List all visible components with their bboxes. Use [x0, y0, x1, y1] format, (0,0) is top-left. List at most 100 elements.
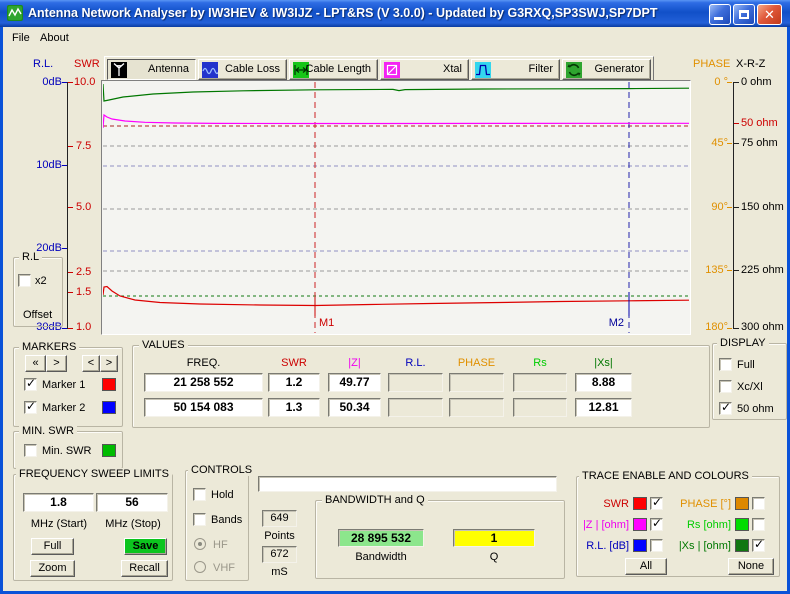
- trace-none-button[interactable]: None: [728, 558, 774, 575]
- sweep-chart[interactable]: M1 M2: [101, 80, 691, 335]
- trace-swr-label: SWR: [579, 498, 629, 510]
- ohm-tick-225: 225 ohm: [741, 264, 784, 276]
- marker2-color-swatch[interactable]: [102, 401, 116, 414]
- menu-about[interactable]: About: [36, 31, 73, 45]
- vhf-radio[interactable]: [194, 561, 206, 573]
- stop-freq-input[interactable]: 56: [96, 493, 168, 512]
- cable-loss-button[interactable]: Cable Loss: [198, 59, 287, 80]
- trace-z-swatch[interactable]: [633, 518, 647, 531]
- trace-phase-swatch[interactable]: [735, 497, 749, 510]
- display-full-checkbox[interactable]: [719, 358, 732, 371]
- marker-step-right-button[interactable]: >: [100, 355, 118, 372]
- zoom-button[interactable]: Zoom: [30, 560, 75, 577]
- trace-swr-swatch[interactable]: [633, 497, 647, 510]
- bandwidth-q-group: BANDWIDTH and Q 28 895 532 Bandwidth 1 Q: [315, 500, 565, 579]
- antenna-label: Antenna: [148, 63, 189, 75]
- full-sweep-button[interactable]: Full: [31, 538, 74, 555]
- rl-tick-0db: 0dB: [32, 76, 62, 88]
- xrz-axis-title: X-R-Z: [736, 58, 765, 70]
- swr-tickmark: [68, 146, 73, 147]
- generator-button[interactable]: Generator: [562, 59, 651, 80]
- q-label: Q: [453, 551, 535, 563]
- hf-radio[interactable]: [194, 538, 206, 550]
- ohm-tickmark: [734, 143, 739, 144]
- marker1-phase-value: [449, 373, 504, 392]
- marker-nav-first-button[interactable]: «: [25, 355, 46, 372]
- marker1-xs-value: 8.88: [575, 373, 632, 392]
- display-50ohm-checkbox[interactable]: [719, 402, 732, 415]
- trace-all-button[interactable]: All: [625, 558, 667, 575]
- minimize-button[interactable]: [709, 4, 731, 25]
- phase-tick-135: 135°: [698, 264, 728, 276]
- trace-xs-checkbox[interactable]: [752, 539, 765, 552]
- save-button[interactable]: Save: [124, 538, 167, 555]
- swr-tick-1-5: 1.5: [76, 286, 91, 298]
- xs-header: |Xs|: [575, 357, 632, 369]
- marker2-checkbox[interactable]: [24, 401, 37, 414]
- phase-header: PHASE: [449, 357, 504, 369]
- phase-tickmark: [727, 143, 732, 144]
- antenna-mode-button[interactable]: Antenna: [107, 59, 196, 80]
- trace-rl-checkbox[interactable]: [650, 539, 663, 552]
- maximize-icon: [739, 10, 749, 19]
- values-title: VALUES: [139, 339, 188, 351]
- marker1-swr-value: 1.2: [268, 373, 320, 392]
- start-freq-input[interactable]: 1.8: [23, 493, 94, 512]
- close-button[interactable]: ✕: [757, 4, 782, 25]
- points-label: Points: [259, 530, 300, 542]
- trace-rs-checkbox[interactable]: [752, 518, 765, 531]
- filter-button[interactable]: Filter: [471, 59, 560, 80]
- swr-tick-5: 5.0: [76, 201, 91, 213]
- trace-swr-checkbox[interactable]: [650, 497, 663, 510]
- cable-length-button[interactable]: Cable Length: [289, 59, 378, 80]
- marker-step-left-button[interactable]: <: [82, 355, 100, 372]
- trace-rl-swatch[interactable]: [633, 539, 647, 552]
- menubar: File About: [3, 27, 787, 48]
- x2-label: x2: [35, 275, 47, 287]
- ohm-tickmark: [734, 82, 739, 83]
- ohm-tickmark: [734, 270, 739, 271]
- trace-z-checkbox[interactable]: [650, 518, 663, 531]
- marker1-checkbox[interactable]: [24, 378, 37, 391]
- trace-phase-checkbox[interactable]: [752, 497, 765, 510]
- bands-checkbox[interactable]: [193, 513, 206, 526]
- hold-checkbox[interactable]: [193, 488, 206, 501]
- sweep-limits-title: FREQUENCY SWEEP LIMITS: [16, 468, 172, 480]
- generator-label: Generator: [594, 63, 644, 75]
- display-xcxl-checkbox[interactable]: [719, 380, 732, 393]
- phase-tick-45: 45°: [698, 137, 728, 149]
- marker-nav-next-button[interactable]: >: [46, 355, 67, 372]
- trace-rs-swatch[interactable]: [735, 518, 749, 531]
- chart-canvas: [103, 82, 689, 333]
- swr-tickmark: [68, 272, 73, 273]
- titlebar[interactable]: Antenna Network Analyser by IW3HEV & IW3…: [0, 0, 790, 27]
- filter-label: Filter: [529, 63, 553, 75]
- swr-tick-2-5: 2.5: [76, 266, 91, 278]
- swr-tickmark: [68, 292, 73, 293]
- ohm-tick-0: 0 ohm: [741, 76, 772, 88]
- rl-tickmark: [62, 82, 67, 83]
- x2-checkbox[interactable]: [18, 274, 31, 287]
- freq-header: FREQ.: [144, 357, 263, 369]
- marker1-color-swatch[interactable]: [102, 378, 116, 391]
- rl-offset-title: R.L: [19, 251, 42, 263]
- values-group: VALUES FREQ. SWR |Z| R.L. PHASE Rs |Xs| …: [132, 345, 710, 428]
- min-swr-checkbox[interactable]: [24, 444, 37, 457]
- marker1-rs-value: [513, 373, 567, 392]
- swr-tick-10: 10.0: [74, 76, 95, 88]
- controls-group: CONTROLS Hold Bands HF VHF: [185, 470, 249, 581]
- rl-axis-title: R.L.: [33, 58, 53, 70]
- recall-button[interactable]: Recall: [121, 560, 168, 577]
- markers-title: MARKERS: [19, 341, 79, 353]
- phase-tickmark: [727, 207, 732, 208]
- min-swr-color-swatch[interactable]: [102, 444, 116, 457]
- app-icon: [7, 5, 23, 21]
- rl-tickmark: [62, 248, 67, 249]
- rl-tick-10db: 10dB: [32, 159, 62, 171]
- command-input[interactable]: [258, 476, 557, 492]
- menu-file[interactable]: File: [8, 31, 34, 45]
- xtal-button[interactable]: Xtal: [380, 59, 469, 80]
- offset-label[interactable]: Offset: [23, 309, 52, 321]
- trace-xs-swatch[interactable]: [735, 539, 749, 552]
- maximize-button[interactable]: [733, 4, 755, 25]
